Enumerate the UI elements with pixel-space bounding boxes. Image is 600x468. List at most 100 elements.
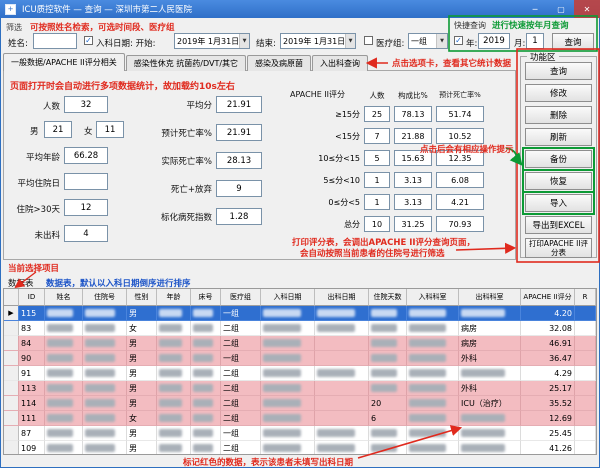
dropdown-icon: ▼ [345,34,355,48]
table-cell [191,321,221,336]
table-cell: 12.69 [521,411,575,426]
row-selector[interactable] [4,426,19,441]
end-date-picker[interactable]: 2019年 1月31日 ▼ [280,33,356,49]
column-header[interactable]: 入科日期 [261,289,315,306]
tab-0[interactable]: 一般数据/APACHE II评分相关 [3,53,125,71]
row-selector[interactable] [4,351,19,366]
func-query-button[interactable]: 查询 [525,62,592,80]
row-selector[interactable] [4,321,19,336]
export-excel-button[interactable]: 导出到EXCEL [525,216,592,234]
stat-pred-mort-label: 预计死亡率% [120,127,212,139]
column-header[interactable]: APACHE II评分 [521,289,575,306]
table-cell: 二组 [221,381,261,396]
row-selector[interactable]: ▶ [4,306,19,321]
stat-male-label: 男 [30,125,39,137]
close-button[interactable]: ✕ [574,0,600,18]
import-button[interactable]: 导入 [525,194,592,212]
redacted-value [47,444,73,452]
table-cell: 外科 [459,381,521,396]
table-row[interactable]: 84男二组病房46.91 [4,336,596,351]
tab-3[interactable]: 入出科查询 [312,55,368,71]
yearmonth-checkbox[interactable]: ✓ [454,36,463,45]
table-cell [315,336,369,351]
column-header[interactable]: 床号 [191,289,221,306]
query-button[interactable]: 查询 [552,33,594,50]
table-cell [369,366,407,381]
table-cell [191,336,221,351]
row-selector[interactable] [4,336,19,351]
table-cell [575,411,596,426]
indate-label: 入科日期: 开始: [96,37,155,49]
column-header[interactable]: 出科日期 [315,289,369,306]
redacted-value [47,324,73,332]
table-row[interactable]: ▶115男一组4.20 [4,306,596,321]
column-header[interactable]: 出科科室 [459,289,521,306]
redacted-value [371,354,397,362]
table-cell [407,366,459,381]
group-select[interactable]: 一组 ▼ [408,33,448,49]
tab-2[interactable]: 感染及病原菌 [247,55,311,71]
redacted-value [263,399,301,407]
table-cell [261,396,315,411]
row-selector[interactable] [4,396,19,411]
redacted-value [159,354,182,362]
apache-pct-value: 78.13 [394,106,432,122]
row-selector[interactable] [4,366,19,381]
column-header[interactable]: 住院号 [83,289,127,306]
delete-button[interactable]: 删除 [525,106,592,124]
refresh-button[interactable]: 刷新 [525,128,592,146]
restore-button[interactable]: 恢复 [525,172,592,190]
column-header[interactable]: ID [19,289,45,306]
maximize-button[interactable]: ▢ [548,0,574,18]
redacted-value [85,309,115,317]
table-row[interactable]: 113男二组外科25.17 [4,381,596,396]
column-header[interactable]: 年龄 [157,289,191,306]
row-selector[interactable] [4,441,19,455]
print-apache-button[interactable]: 打印APACHE II评分表 [525,238,592,258]
backup-button[interactable]: 备份 [525,150,592,168]
column-header[interactable]: 入科科室 [407,289,459,306]
table-row[interactable]: 91男二组4.29 [4,366,596,381]
table-row[interactable]: 83女二组病房32.08 [4,321,596,336]
column-header[interactable]: 医疗组 [221,289,261,306]
table-cell [315,396,369,411]
tab-1[interactable]: 感染性休克 抗菌药/DVT/其它 [126,55,246,71]
modify-button[interactable]: 修改 [525,84,592,102]
table-cell: 二组 [221,396,261,411]
column-header[interactable]: 姓名 [45,289,83,306]
table-cell [369,426,407,441]
column-header[interactable]: R [575,289,596,306]
column-header[interactable]: 性别 [127,289,157,306]
stat-count-label: 人数 [0,100,60,112]
redacted-value [409,309,446,317]
minimize-button[interactable]: ─ [522,0,548,18]
month-label: 月: [514,37,525,49]
year-input[interactable]: 2019 [478,33,510,49]
group-checkbox[interactable]: ✓ [364,36,373,45]
row-selector[interactable] [4,411,19,426]
table-cell [575,321,596,336]
table-row[interactable]: 111女二组612.69 [4,411,596,426]
apache-range-label: 0≤分<5 [272,197,364,208]
start-date-value: 2019年 1月31日 [177,36,239,47]
redacted-value [461,309,505,317]
indate-checkbox[interactable]: ✓ [84,36,93,45]
start-date-picker[interactable]: 2019年 1月31日 ▼ [174,33,250,49]
table-row[interactable]: 90男一组外科36.47 [4,351,596,366]
table-cell: 男 [127,381,157,396]
row-selector[interactable] [4,381,19,396]
month-input[interactable]: 1 [526,33,544,49]
table-cell: 外科 [459,351,521,366]
table-cell [575,306,596,321]
redacted-value [409,399,446,407]
year-label: 年: [466,37,477,49]
column-header[interactable]: 住院天数 [369,289,407,306]
redacted-value [85,444,115,452]
redacted-value [47,339,73,347]
name-search-input[interactable] [33,33,77,49]
table-cell: 女 [127,321,157,336]
table-cell [157,366,191,381]
table-row[interactable]: 87男一组25.45 [4,426,596,441]
table-row[interactable]: 109男二组41.26 [4,441,596,455]
table-row[interactable]: 114男二组20ICU（治疗）35.52 [4,396,596,411]
